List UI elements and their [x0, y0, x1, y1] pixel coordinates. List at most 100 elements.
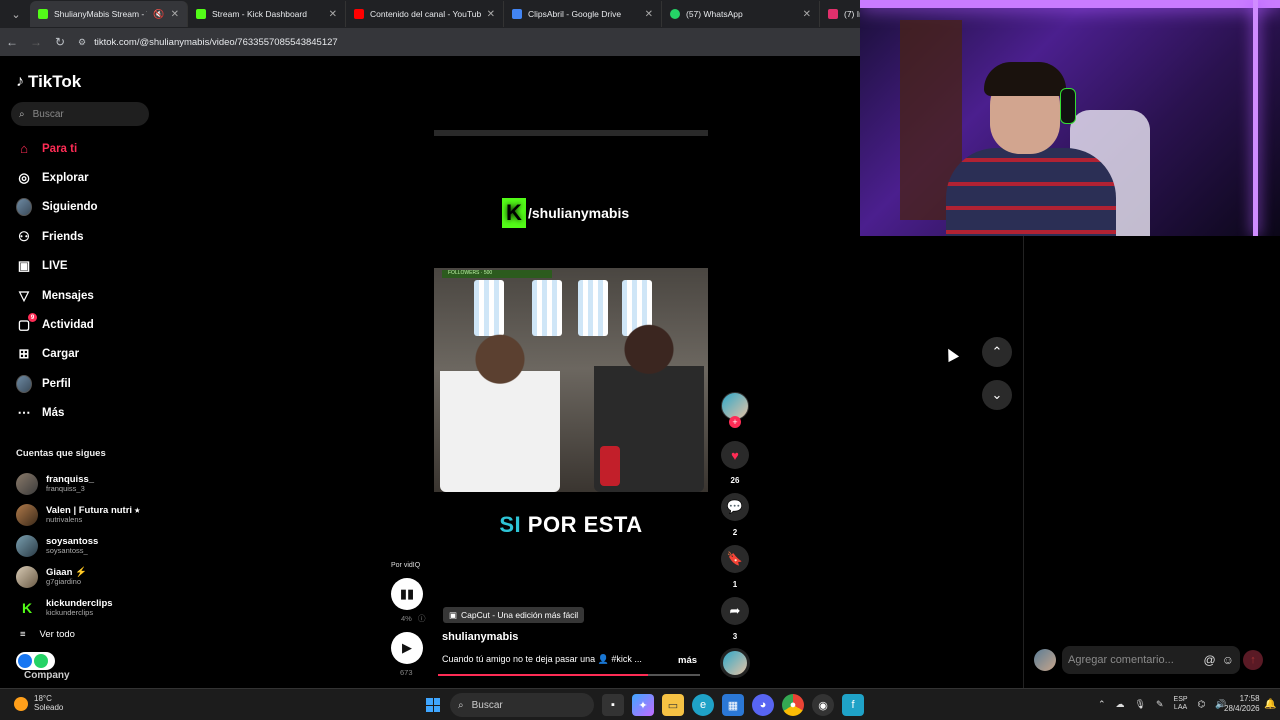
url-field[interactable]: ⚙ tiktok.com/@shulianymabis/video/763355… — [78, 37, 338, 48]
more-button[interactable]: más — [678, 655, 697, 666]
close-tab-icon[interactable]: ✕ — [803, 9, 811, 20]
comment-count: 2 — [732, 528, 738, 537]
kick-logo-icon: K — [16, 596, 38, 619]
time: 17:58 — [1239, 694, 1260, 703]
mic-icon[interactable]: 🎙 — [1135, 699, 1146, 710]
close-tab-icon[interactable]: ✕ — [645, 9, 653, 20]
drive-favicon-icon — [512, 9, 522, 19]
account-avatar — [16, 565, 38, 588]
company-link[interactable]: Company — [24, 670, 70, 681]
tab-kick-dashboard[interactable]: Stream - Kick Dashboard ✕ — [188, 1, 346, 27]
discord-icon[interactable]: ◕ — [752, 694, 774, 716]
nav-item-actividad[interactable]: ▢ 9 Actividad — [16, 310, 156, 339]
heart-icon: ♥ — [731, 447, 739, 463]
follow-plus-button[interactable]: + — [729, 416, 741, 428]
video-player[interactable]: K /shulianymabis FOLLOWERS · 500 SI POR … — [434, 128, 708, 680]
file-explorer-icon[interactable]: ▭ — [662, 694, 684, 716]
kick-logo-icon: K — [502, 198, 526, 228]
vidiq-percent: 4% — [401, 614, 412, 623]
nav-label: Mensajes — [42, 289, 94, 302]
temperature: 18°C — [34, 694, 52, 703]
windows-start-icon[interactable] — [426, 698, 440, 712]
store-icon[interactable]: ▦ — [722, 694, 744, 716]
video-progress-bar[interactable] — [438, 674, 700, 676]
language-indicator[interactable]: ESP LAA — [1174, 696, 1188, 712]
nav-item-cargar[interactable]: ⊞ Cargar — [16, 340, 156, 369]
video-author[interactable]: shulianymabis — [442, 631, 518, 643]
play-button[interactable]: ▶ — [391, 632, 423, 664]
app-icon[interactable]: f — [842, 694, 864, 716]
account-avatar — [16, 534, 38, 557]
see-all-link[interactable]: ≡ Ver todo — [20, 629, 75, 640]
nav-item-mas[interactable]: ⋯ Más — [16, 399, 156, 428]
network-icon[interactable]: ⌬ — [1198, 699, 1206, 710]
nav-item-live[interactable]: ▣ LIVE — [16, 252, 156, 281]
previous-video-button[interactable]: ⌃ — [982, 337, 1012, 367]
back-icon[interactable]: ← — [0, 35, 24, 49]
chevron-down-icon: ⌄ — [991, 387, 1003, 402]
neon-light — [860, 0, 1280, 8]
forward-icon[interactable]: → — [24, 35, 48, 49]
caption-rest: POR ESTA — [521, 512, 643, 537]
following-account[interactable]: soysantoss soysantoss_ — [16, 531, 156, 562]
extension-pill[interactable] — [16, 652, 55, 670]
search-input[interactable]: ⌕ Buscar — [11, 102, 149, 126]
kick-favicon-icon — [38, 9, 48, 19]
nav-item-friends[interactable]: ⚇ Friends — [16, 222, 156, 251]
capcut-icon: ▣ — [449, 609, 458, 620]
tab-google-drive[interactable]: ClipsAbril - Google Drive ✕ — [504, 1, 662, 27]
capcut-badge[interactable]: ▣ CapCut - Una edición más fácil — [443, 607, 585, 623]
nav-item-para-ti[interactable]: ⌂ Para ti — [16, 134, 156, 163]
following-account[interactable]: Giaan ⚡ g7giardino — [16, 561, 156, 592]
following-account[interactable]: Valen | Futura nutri ⭑ nutrivalens — [16, 500, 156, 531]
tab-search-icon[interactable]: ⌄ — [4, 3, 28, 25]
tab-shulianymabis-stream[interactable]: ShulianyMabis Stream - Wa 🔇 ✕ — [30, 1, 188, 27]
edge-icon[interactable]: e — [692, 694, 714, 716]
comment-input[interactable]: Agregar comentario... @ ☺ — [1062, 646, 1240, 674]
info-icon[interactable]: ⓘ — [418, 613, 426, 624]
nav-item-perfil[interactable]: Perfil — [16, 369, 156, 398]
tab-youtube[interactable]: Contenido del canal - YouTube ✕ — [346, 1, 504, 27]
clock[interactable]: 17:58 28/4/2026 — [1224, 694, 1260, 715]
reload-icon[interactable]: ↻ — [48, 35, 72, 49]
nav-item-siguiendo[interactable]: Siguiendo — [16, 193, 156, 222]
taskbar-search[interactable]: ⌕ Buscar — [450, 693, 594, 717]
profile-avatar — [16, 374, 32, 393]
list-icon: ≡ — [20, 629, 26, 640]
close-tab-icon[interactable]: ✕ — [487, 9, 495, 20]
close-tab-icon[interactable]: ✕ — [329, 9, 337, 20]
tiktok-logo[interactable]: ♪ TikTok — [16, 72, 81, 92]
account-avatar — [16, 504, 38, 527]
close-tab-icon[interactable]: ✕ — [171, 9, 179, 20]
panel-divider — [1023, 236, 1024, 688]
emoji-icon[interactable]: ☺ — [1222, 653, 1234, 667]
like-button[interactable]: ♥ — [721, 441, 749, 469]
notification-bell-icon[interactable]: 🔔 — [1264, 699, 1276, 710]
share-count: 3 — [732, 632, 738, 641]
pen-icon[interactable]: ✎ — [1156, 699, 1164, 710]
chrome-icon[interactable]: ● — [782, 694, 804, 716]
post-comment-button[interactable]: ↑ — [1243, 650, 1263, 670]
comment-placeholder: Agregar comentario... — [1068, 654, 1174, 666]
site-info-icon[interactable]: ⚙ — [78, 37, 86, 48]
muted-icon[interactable]: 🔇 — [153, 9, 164, 20]
tab-whatsapp[interactable]: (57) WhatsApp ✕ — [662, 1, 820, 27]
save-button[interactable]: 🔖 — [721, 545, 749, 573]
copilot-icon[interactable]: ✦ — [632, 694, 654, 716]
share-button[interactable]: ➦ — [721, 597, 749, 625]
next-video-button[interactable]: ⌄ — [982, 380, 1012, 410]
following-account[interactable]: franquiss_ franquiss_3 — [16, 469, 156, 500]
nav-item-explorar[interactable]: ◎ Explorar — [16, 163, 156, 192]
vidiq-stats-button[interactable]: ▮▮ — [391, 578, 423, 610]
weather-widget[interactable]: 18°C Soleado — [14, 694, 63, 713]
mention-icon[interactable]: @ — [1204, 653, 1216, 667]
tray-chevron-icon[interactable]: ⌃ — [1098, 699, 1106, 710]
comment-button[interactable]: 💬 — [721, 493, 749, 521]
following-list: franquiss_ franquiss_3 Valen | Futura nut… — [16, 469, 156, 623]
task-view-icon[interactable]: ▪ — [602, 694, 624, 716]
nav-item-mensajes[interactable]: ▽ Mensajes — [16, 281, 156, 310]
obs-icon[interactable]: ◉ — [812, 694, 834, 716]
sound-disc[interactable] — [720, 648, 750, 678]
following-account[interactable]: K kickunderclips kickunderclips — [16, 592, 156, 623]
cloud-icon[interactable]: ☁ — [1116, 699, 1125, 710]
